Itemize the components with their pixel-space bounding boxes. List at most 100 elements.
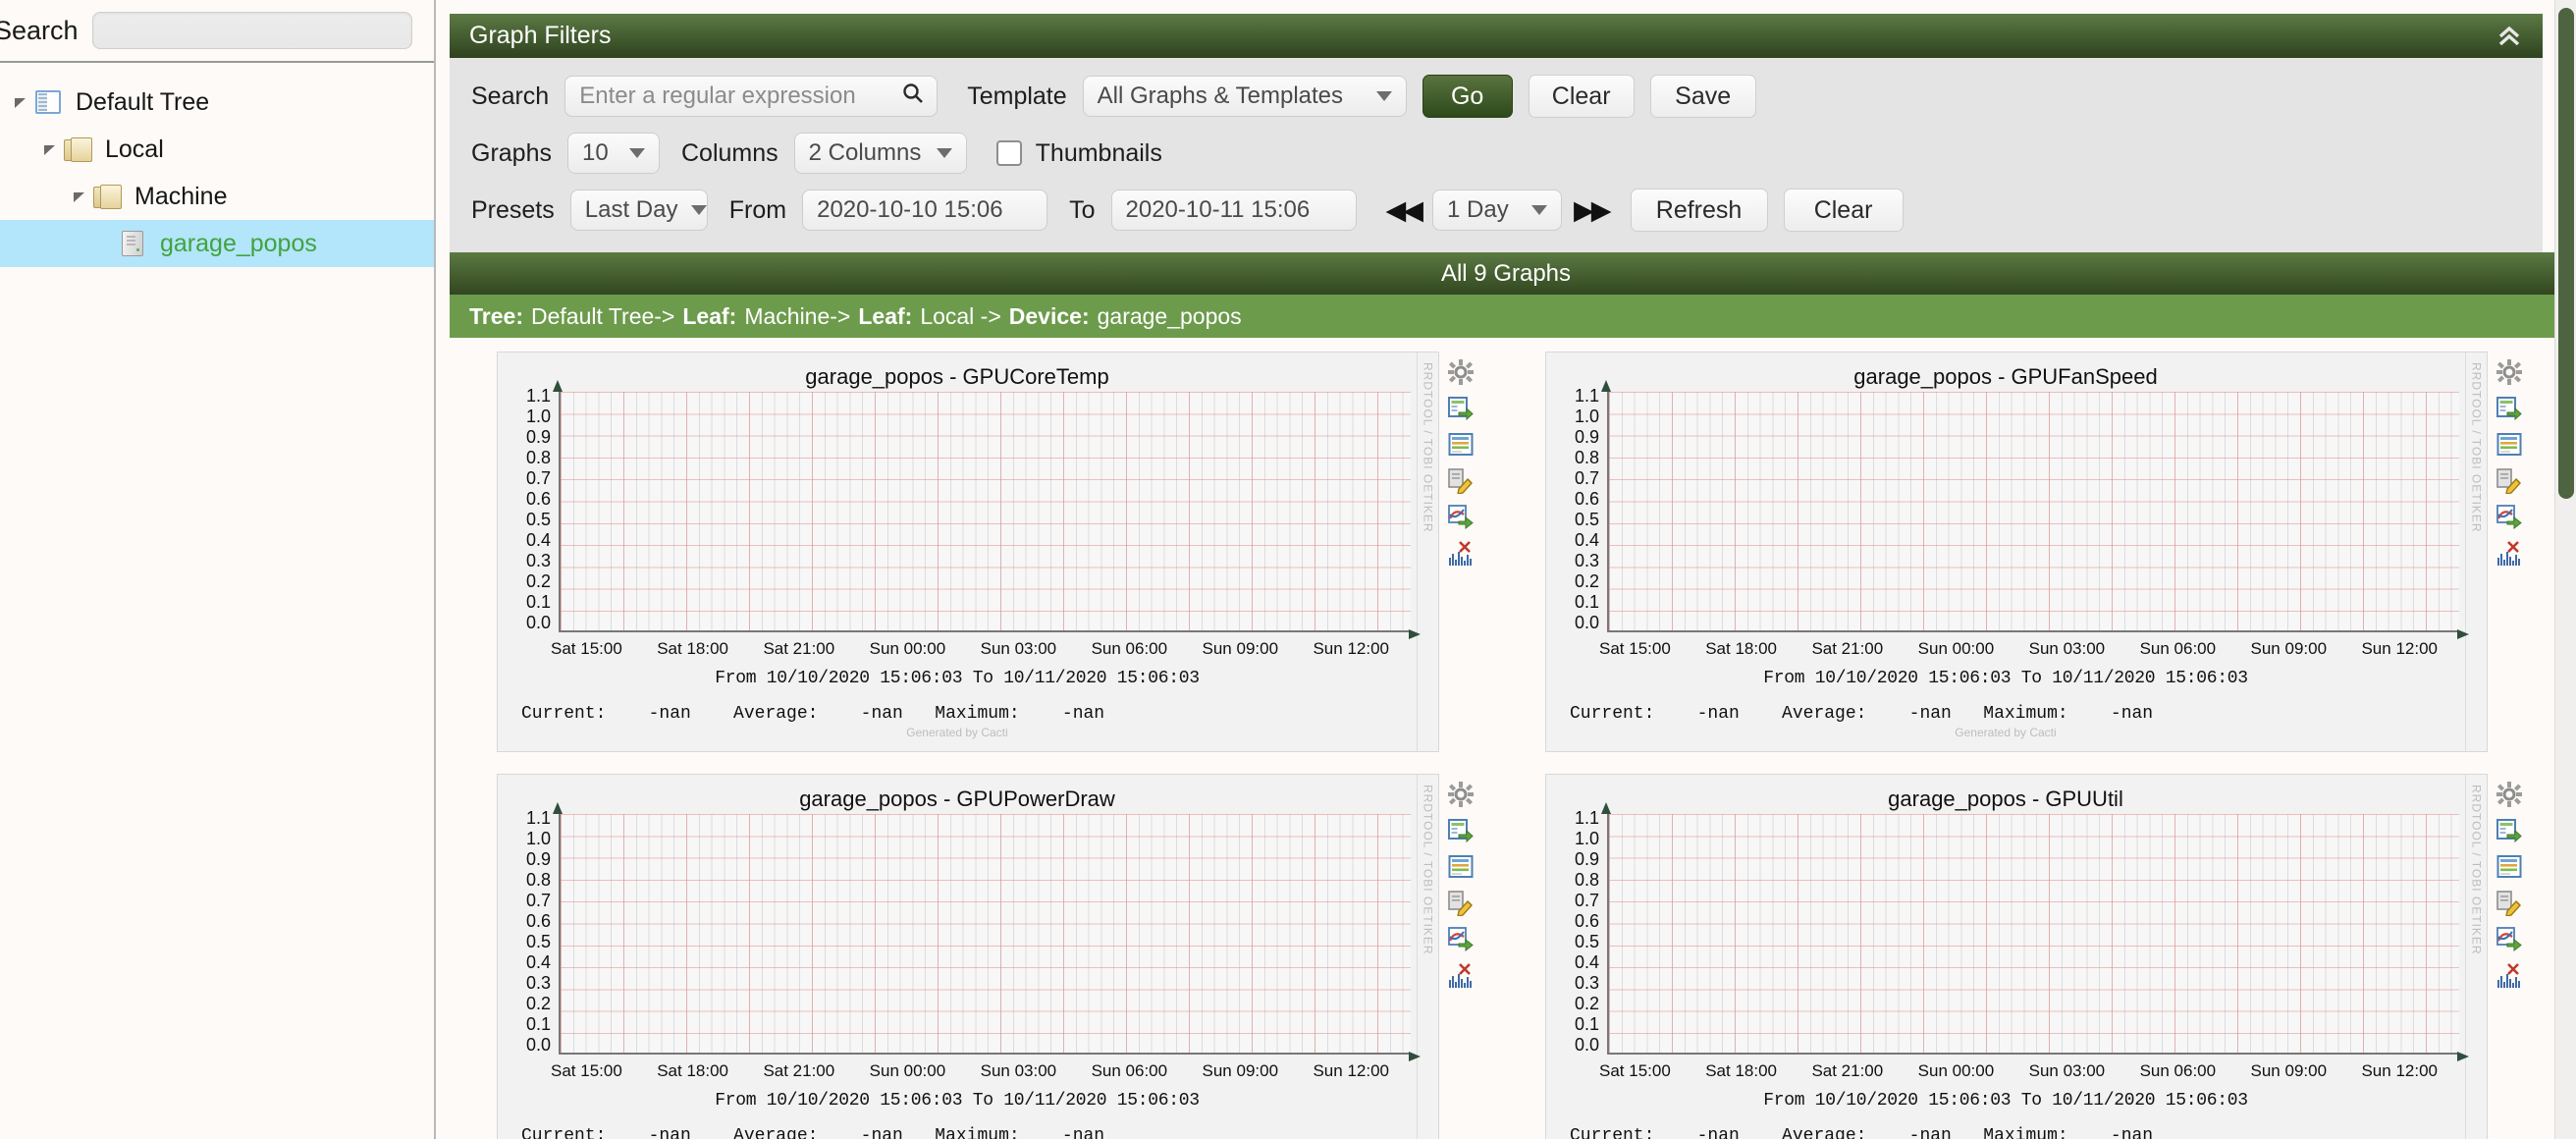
tree-item-garage-popos[interactable]: garage_popos: [0, 220, 434, 267]
y-axis: 1.1 1.0 0.9 0.8 0.7 0.6 0.5 0.4 0.3 0.2 0.1 0.0: [1556, 386, 1607, 633]
edit-graph-icon[interactable]: [2496, 891, 2522, 916]
y-axis-tick: 0.6: [525, 911, 551, 931]
zoom-graph-icon[interactable]: [2496, 963, 2522, 989]
zoom-graph-icon[interactable]: [1448, 963, 1474, 989]
csv-export-icon[interactable]: [1448, 396, 1474, 421]
search-icon[interactable]: [901, 81, 925, 112]
graph-properties-icon[interactable]: [1448, 432, 1474, 458]
graph-export-icon[interactable]: [2496, 505, 2522, 530]
search-input[interactable]: Enter a regular expression: [564, 76, 939, 117]
y-axis-tick: 1.0: [525, 407, 551, 426]
y-axis-tick: 0.2: [1574, 994, 1599, 1013]
csv-export-icon[interactable]: [1448, 818, 1474, 843]
y-axis-tick: 0.9: [525, 849, 551, 869]
breadcrumb-leaf2-key: Leaf:: [858, 302, 913, 329]
graph-image[interactable]: garage_popos - GPUPowerDraw 1.1 1.0 0.9 0.8 0…: [498, 775, 1421, 1139]
edit-graph-icon[interactable]: [1448, 891, 1474, 916]
graph-image[interactable]: garage_popos - GPUFanSpeed 1.1 1.0 0.9 0.8 0.…: [1546, 353, 2469, 751]
expand-twisty-icon[interactable]: [8, 89, 33, 115]
y-axis-tick: 0.8: [525, 870, 551, 890]
zoom-graph-icon[interactable]: [1448, 541, 1474, 567]
search-input-placeholder: Enter a regular expression: [579, 82, 856, 109]
page-scrollbar[interactable]: [2554, 0, 2576, 1139]
sidebar-search-input[interactable]: [91, 12, 412, 49]
y-axis-tick: 0.6: [1574, 911, 1599, 931]
graphs-count-select[interactable]: 10: [566, 133, 660, 174]
columns-select[interactable]: 2 Columns: [793, 133, 967, 174]
scrollbar-thumb[interactable]: [2558, 8, 2574, 499]
gear-icon[interactable]: [1448, 782, 1474, 807]
x-axis-tick: Sat 18:00: [1705, 639, 1777, 658]
y-axis-tick: 0.9: [525, 427, 551, 447]
y-axis-tick: 0.2: [525, 994, 551, 1013]
graph-legend-stats: Current: -nan Average: -nan Maximum: -na…: [1570, 704, 2154, 724]
graph-properties-icon[interactable]: [2496, 854, 2522, 880]
clear-filters-button[interactable]: Clear: [1528, 75, 1635, 118]
double-right-arrow-icon[interactable]: ▶▶: [1574, 195, 1611, 226]
gear-icon[interactable]: [1448, 359, 1474, 385]
graph-image[interactable]: garage_popos - GPUCoreTemp 1.1 1.0 0.9 0.8 0.…: [498, 353, 1421, 751]
save-filters-button[interactable]: Save: [1649, 75, 1756, 118]
x-axis-tick: Sat 15:00: [551, 639, 622, 658]
rrdtool-label: RRDTOOL / TOBI OETIKER: [1421, 785, 1435, 955]
breadcrumb-device-value: garage_popos: [1097, 302, 1242, 329]
chevron-down-icon: [1375, 91, 1392, 101]
x-axis-tick: Sat 15:00: [551, 1061, 622, 1080]
graph-properties-icon[interactable]: [2496, 432, 2522, 458]
clear-timespan-button[interactable]: Clear: [1783, 189, 1904, 232]
x-axis-tick: Sun 03:00: [980, 1061, 1057, 1080]
template-select-value: All Graphs & Templates: [1097, 82, 1344, 109]
graph-plot-area: 1.1 1.0 0.9 0.8 0.7 0.6 0.5 0.4 0.3 0.2 0.1 0.0: [1552, 380, 2469, 639]
y-axis-tick: 1.1: [525, 386, 551, 406]
tree-item-default-tree[interactable]: Default Tree: [0, 79, 434, 126]
from-date-value: 2020-10-10 15:06: [817, 196, 1003, 223]
y-axis: 1.1 1.0 0.9 0.8 0.7 0.6 0.5 0.4 0.3 0.2 0.1 0.0: [1556, 808, 1607, 1056]
gear-icon[interactable]: [2496, 782, 2522, 807]
x-axis-tick: Sat 21:00: [763, 639, 835, 658]
cacti-graph-view: Search Default Tree Local Machine garage…: [0, 0, 2576, 1139]
refresh-button[interactable]: Refresh: [1630, 189, 1768, 232]
graph-filters-panel: Graph Filters Search Enter a regular exp…: [450, 14, 2543, 252]
graph-timerange: From 10/10/2020 15:06:03 To 10/11/2020 1…: [1763, 1091, 2248, 1111]
graph-image[interactable]: garage_popos - GPUUtil 1.1 1.0 0.9 0.8 0.7 0.6…: [1546, 775, 2469, 1139]
gear-icon[interactable]: [2496, 359, 2522, 385]
chevron-double-up-icon[interactable]: [2496, 24, 2523, 49]
graph-export-icon[interactable]: [1448, 927, 1474, 952]
go-button[interactable]: Go: [1422, 75, 1513, 118]
step-select[interactable]: 1 Day: [1432, 190, 1563, 231]
columns-value: 2 Columns: [808, 139, 922, 166]
expand-twisty-icon[interactable]: [67, 184, 92, 209]
to-label: To: [1069, 195, 1096, 224]
expand-twisty-icon[interactable]: [37, 136, 63, 162]
double-left-arrow-icon[interactable]: ◀◀: [1386, 195, 1423, 226]
search-label: Search: [471, 81, 550, 110]
graph-legend-stats: Current: -nan Average: -nan Maximum: -na…: [1570, 1126, 2154, 1139]
thumbnails-checkbox[interactable]: [995, 140, 1022, 166]
graph-title: garage_popos - GPUCoreTemp: [805, 364, 1109, 389]
graph-export-icon[interactable]: [1448, 505, 1474, 530]
breadcrumb-device-key: Device:: [1008, 302, 1090, 329]
presets-select[interactable]: Last Day: [569, 190, 708, 231]
x-axis-tick: Sun 09:00: [1202, 1061, 1279, 1080]
zoom-graph-icon[interactable]: [2496, 541, 2522, 567]
x-axis-tick: Sun 12:00: [1313, 1061, 1389, 1080]
graph-cell: garage_popos - GPUUtil 1.1 1.0 0.9 0.8 0.7 0.6…: [1545, 774, 2531, 1139]
template-select[interactable]: All Graphs & Templates: [1082, 76, 1407, 117]
edit-graph-icon[interactable]: [2496, 468, 2522, 494]
generated-by-label: Generated by Cacti: [1955, 726, 2057, 739]
tree-item-label: Local: [105, 135, 164, 163]
chevron-down-icon: [936, 148, 952, 158]
csv-export-icon[interactable]: [2496, 818, 2522, 843]
graph-export-icon[interactable]: [2496, 927, 2522, 952]
columns-label: Columns: [680, 138, 778, 167]
x-axis-tick: Sun 12:00: [1313, 639, 1389, 658]
edit-graph-icon[interactable]: [1448, 468, 1474, 494]
graph-plot-area: 1.1 1.0 0.9 0.8 0.7 0.6 0.5 0.4 0.3 0.2 0.1 0.0: [1552, 802, 2469, 1061]
to-date-input[interactable]: 2020-10-11 15:06: [1110, 190, 1357, 231]
tree-item-machine[interactable]: Machine: [0, 173, 434, 220]
csv-export-icon[interactable]: [2496, 396, 2522, 421]
graph-properties-icon[interactable]: [1448, 854, 1474, 880]
from-date-input[interactable]: 2020-10-10 15:06: [802, 190, 1048, 231]
y-axis: 1.1 1.0 0.9 0.8 0.7 0.6 0.5 0.4 0.3 0.2 0.1 0.0: [508, 386, 559, 633]
tree-item-local[interactable]: Local: [0, 126, 434, 173]
